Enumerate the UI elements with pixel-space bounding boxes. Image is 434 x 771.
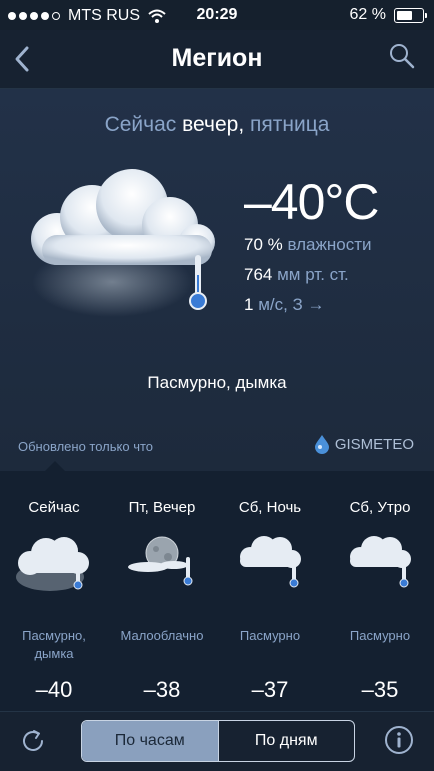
search-icon[interactable] (388, 42, 416, 70)
pressure-value: 764 (244, 265, 273, 284)
forecast-label: Пт, Вечер (128, 499, 196, 516)
battery-icon (394, 7, 427, 23)
view-mode-segmented-control: По часам По дням (81, 720, 355, 762)
current-condition: Пасмурно, дымка (147, 373, 287, 392)
current-temperature: –40°C (244, 174, 380, 230)
forecast-temperature: –35 (361, 677, 399, 702)
now-weekday: пятница (250, 113, 330, 136)
wind-unit: м/с, З → (258, 295, 325, 314)
forecast-description: Малооблачно (120, 628, 204, 643)
forecast-item[interactable]: Сб, Ночь Пасмурно –37 (216, 471, 324, 711)
bottom-toolbar: По часам По дням (0, 711, 434, 771)
forecast-description: Пасмурно, дымка (22, 628, 86, 661)
forecast-label: Сейчас (28, 499, 80, 516)
humidity-unit: влажности (287, 235, 372, 254)
cloud-thermometer-icon (350, 536, 411, 588)
current-period: Сейчас вечер, пятница (0, 113, 434, 137)
status-bar: MTS RUS 20:29 62 % (0, 0, 434, 30)
navigation-bar: Мегион (0, 30, 434, 89)
forecast-strip: Сейчас Пасмурно, дымка –40 Пт, Вечер Мал… (0, 461, 434, 711)
cloud-fog-thermometer-icon (31, 169, 215, 317)
wind-row: 1 м/с, З → (244, 295, 325, 315)
current-weather-panel: Сейчас вечер, пятница –40°C 70 % влажнос… (0, 89, 434, 471)
battery-info: 62 % (349, 6, 427, 24)
forecast-temperature: –38 (143, 677, 181, 702)
now-prefix: Сейчас (104, 113, 177, 136)
forecast-label: Сб, Утро (349, 499, 411, 516)
forecast-item[interactable]: Пт, Вечер Малооблачно –38 (108, 471, 216, 711)
forecast-temperature: –37 (251, 677, 289, 702)
refresh-icon[interactable] (18, 726, 48, 756)
info-icon[interactable] (384, 725, 414, 755)
humidity-value: 70 % (244, 235, 283, 254)
gismeteo-logo-text: GISMETEO (334, 435, 414, 453)
daily-tab[interactable]: По дням (217, 721, 355, 761)
wind-value: 1 (244, 295, 254, 314)
city-title: Мегион (171, 44, 263, 72)
hourly-tab[interactable]: По часам (82, 721, 218, 761)
gismeteo-logo: GISMETEO (313, 434, 414, 454)
pressure-row: 764 мм рт. ст. (244, 265, 349, 285)
forecast-label: Сб, Ночь (238, 499, 302, 516)
humidity-row: 70 % влажности (244, 235, 372, 255)
forecast-description: Пасмурно (239, 628, 301, 643)
forecast-item[interactable]: Сб, Утро Пасмурно –35 (326, 471, 434, 711)
forecast-temperature: –40 (35, 677, 73, 702)
pressure-unit: мм рт. ст. (277, 265, 349, 284)
moon-cloud-thermometer-icon (128, 536, 193, 586)
cloud-fog-thermometer-icon (16, 537, 89, 591)
battery-percent: 62 % (349, 6, 386, 23)
now-time-of-day: вечер, (182, 113, 245, 136)
forecast-item[interactable]: Сейчас Пасмурно, дымка –40 (0, 471, 108, 711)
gismeteo-drop-icon (314, 435, 329, 454)
updated-label: Обновлено только что (18, 439, 154, 454)
forecast-description: Пасмурно (349, 628, 411, 643)
cloud-thermometer-icon (240, 536, 301, 588)
